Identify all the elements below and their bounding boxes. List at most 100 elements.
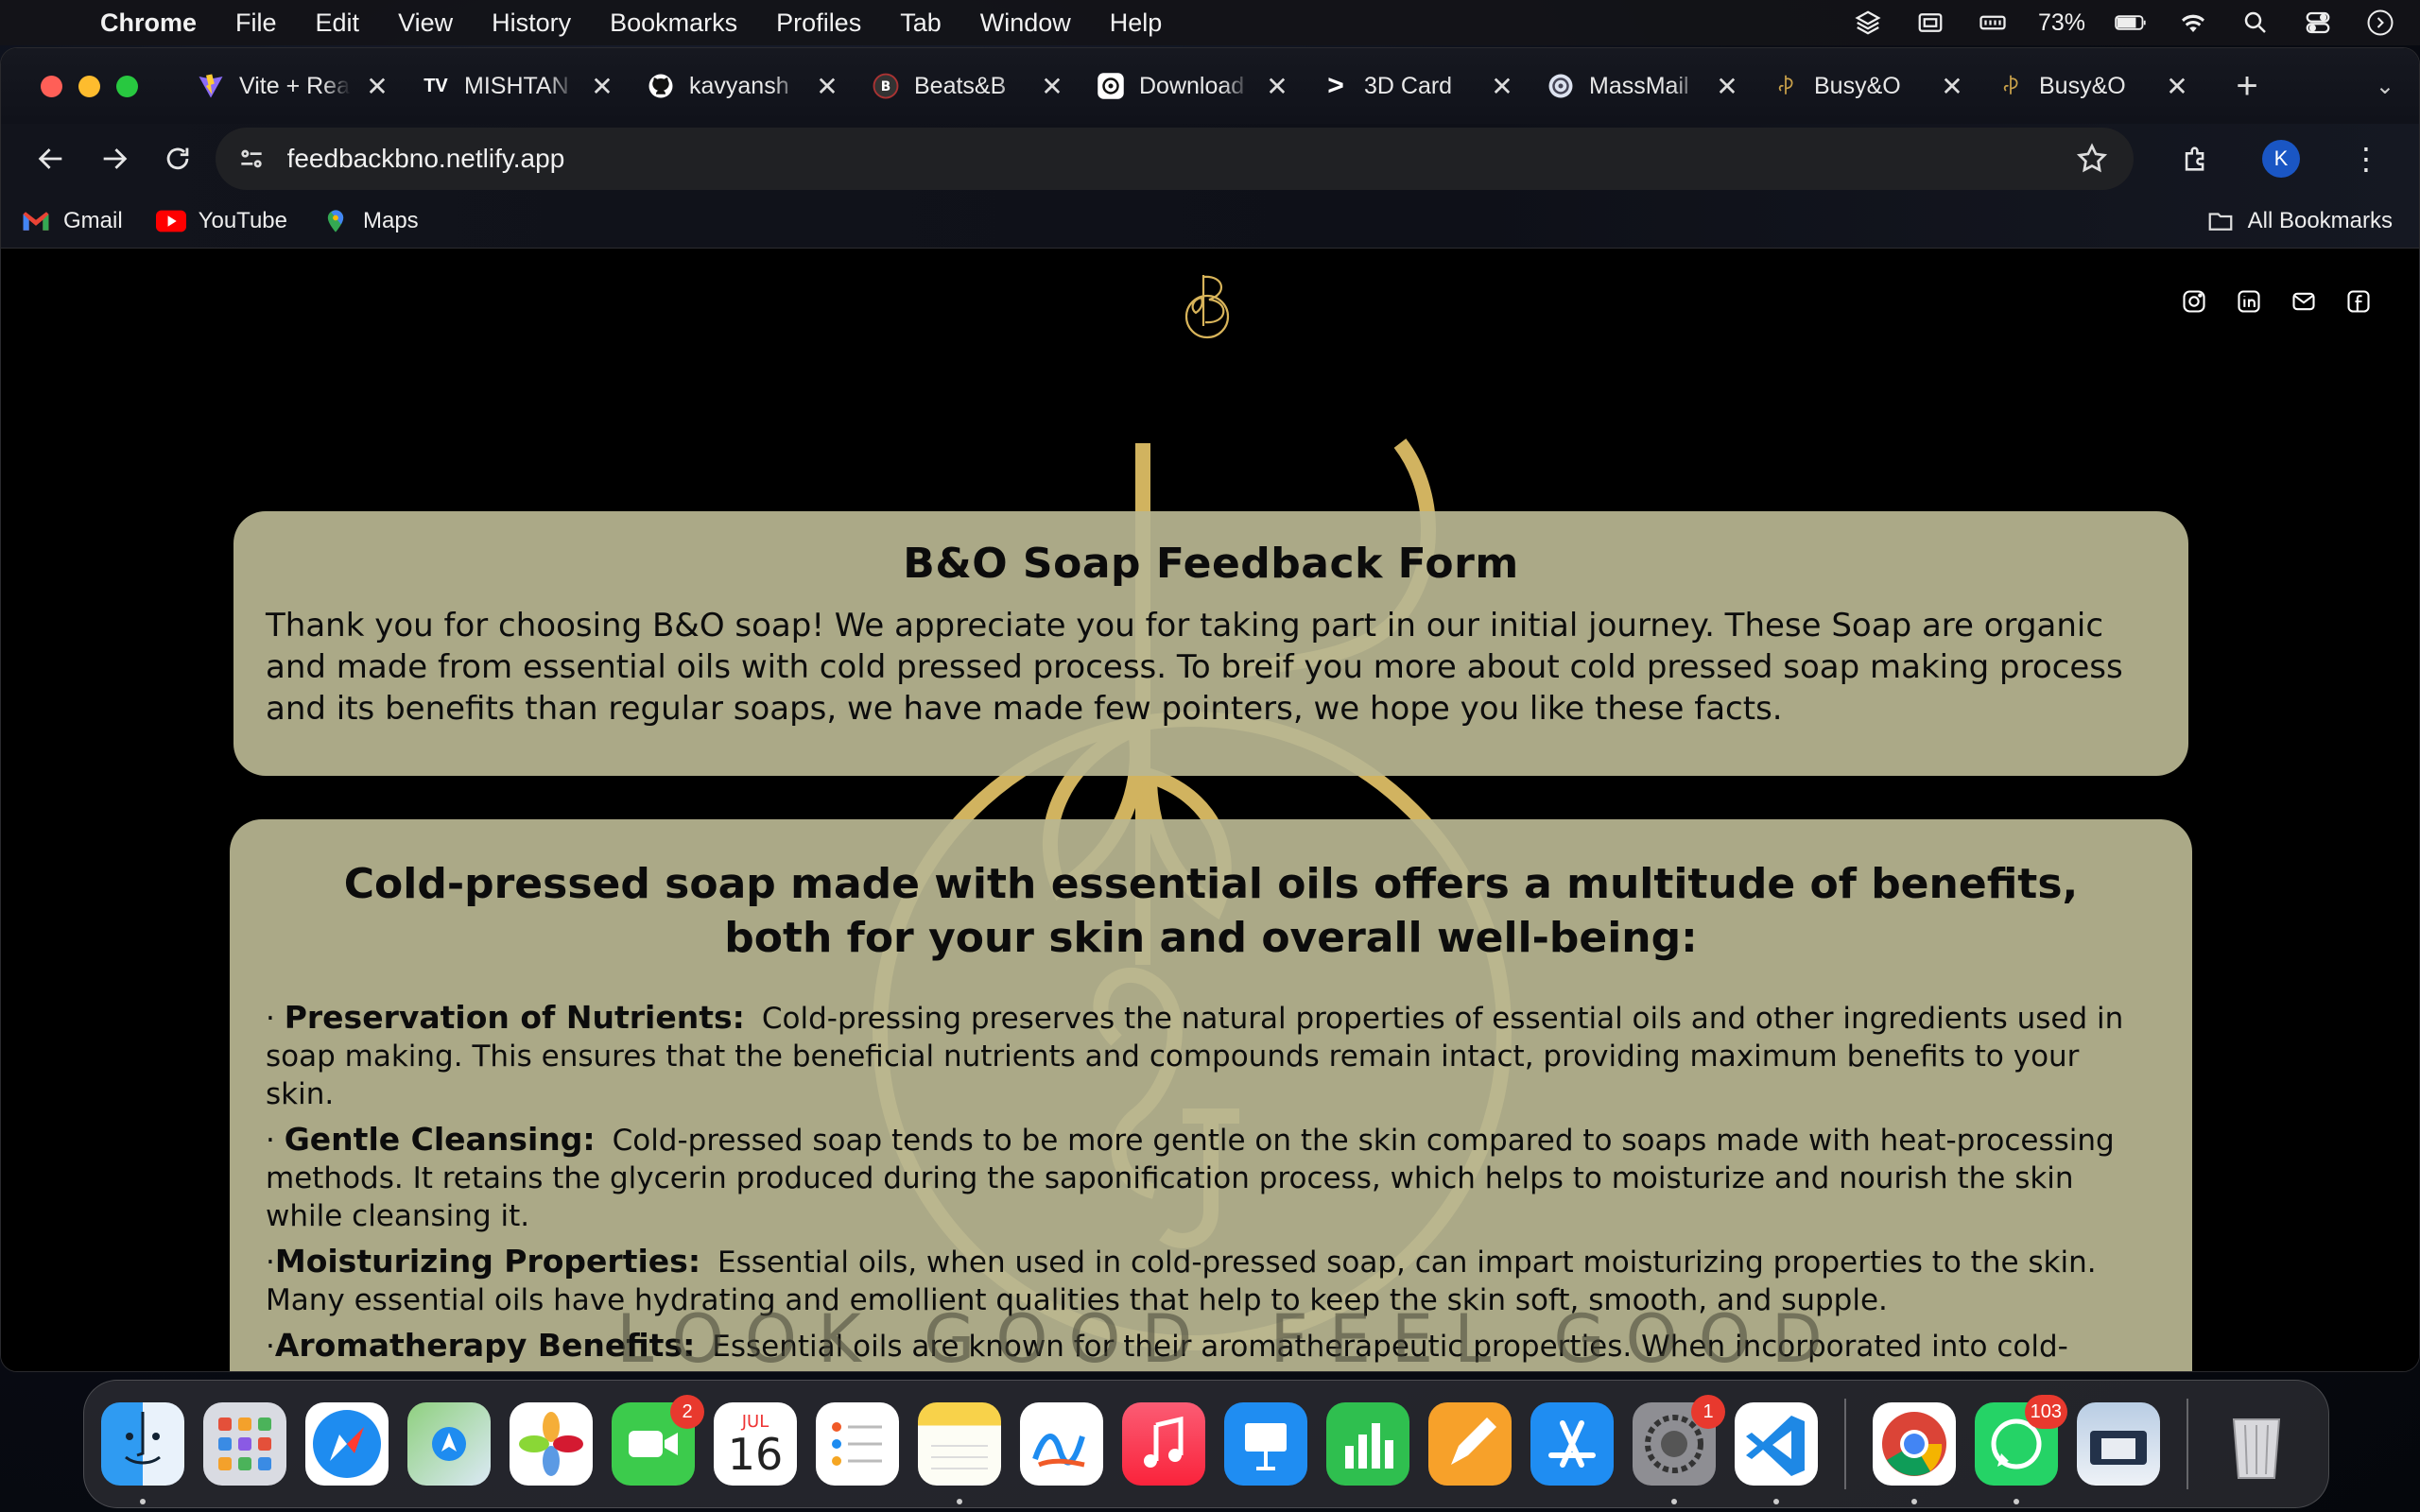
app-store-icon[interactable] [1530,1402,1614,1486]
whatsapp-icon[interactable]: 103 [1975,1395,2067,1504]
calendar-icon[interactable]: JUL 16 [714,1402,797,1486]
close-tab-icon[interactable]: ✕ [1939,71,1965,102]
site-info-icon[interactable] [236,144,267,174]
freeform-icon[interactable] [1020,1402,1103,1486]
facetime-icon[interactable]: 2 [612,1395,704,1486]
launchpad-icon[interactable] [203,1402,286,1486]
battery-percent: 73% [2037,9,2085,36]
benefit-item: · Gentle Cleansing: Cold-pressed soap ten… [266,1121,2156,1235]
close-tab-icon[interactable]: ✕ [1714,71,1740,102]
maps-app-icon[interactable] [407,1402,491,1486]
bookmark-maps[interactable]: Maps [320,208,419,234]
more-menu-icon[interactable]: ⋮ [2332,130,2400,187]
vite-icon [196,71,226,101]
gmail-icon [20,208,52,234]
bookmark-youtube[interactable]: YouTube [155,208,287,234]
close-tab-icon[interactable]: ✕ [814,71,840,102]
close-tab-icon[interactable]: ✕ [1264,71,1290,102]
instagram-icon[interactable] [2181,288,2207,315]
settings-badge: 1 [1691,1395,1725,1429]
benefits-card: Cold-pressed soap made with essential oi… [230,819,2192,1371]
mail-icon[interactable] [2290,288,2317,315]
massmail-icon [1546,71,1576,101]
preview-icon[interactable] [2077,1402,2160,1486]
vscode-icon[interactable] [1735,1402,1818,1504]
close-window-button[interactable] [41,75,62,97]
menu-history[interactable]: History [492,9,571,38]
tab-mishtan[interactable]: TV MISHTAN ✕ [406,57,631,115]
url-text[interactable]: feedbackbno.netlify.app [287,144,2075,174]
tab-vite-react[interactable]: Vite + React ✕ [181,57,406,115]
reload-button[interactable] [147,130,210,187]
tab-search-chevron-icon[interactable]: ⌄ [2376,73,2394,100]
pages-icon[interactable] [1428,1402,1512,1486]
bookmark-gmail[interactable]: Gmail [20,208,123,234]
tab-3d-card[interactable]: > 3D Card ✕ [1305,57,1530,115]
back-button[interactable] [20,130,83,187]
menu-file[interactable]: File [235,9,277,38]
terminal-icon: > [1327,70,1344,101]
profile-avatar[interactable]: K [2262,140,2301,178]
close-tab-icon[interactable]: ✕ [2164,71,2190,102]
tab-busy-o-1[interactable]: Busy&O ✕ [1755,57,1980,115]
close-tab-icon[interactable]: ✕ [589,71,615,102]
new-tab-button[interactable]: + [2219,65,2275,108]
system-settings-icon[interactable]: 1 [1633,1395,1725,1504]
browser-window: Vite + React ✕ TV MISHTAN ✕ kavyansh ✕ B… [0,47,2420,1372]
trash-icon[interactable] [2215,1402,2298,1486]
all-bookmarks-button[interactable]: All Bookmarks [2204,208,2393,234]
menu-tab[interactable]: Tab [900,9,942,38]
spotlight-search-icon[interactable] [2238,9,2273,37]
close-tab-icon[interactable]: ✕ [1489,71,1515,102]
menu-window[interactable]: Window [980,9,1071,38]
bo-leaf-icon [1771,71,1801,101]
screen-capture-icon[interactable] [1913,9,1947,37]
menu-edit[interactable]: Edit [316,9,360,38]
siri-icon[interactable] [2363,9,2397,37]
photos-icon[interactable] [510,1402,593,1486]
finder-icon[interactable] [101,1402,184,1504]
menu-extras: 73% [1851,9,2397,37]
control-center-icon[interactable] [2301,9,2335,37]
battery-icon[interactable] [2114,9,2148,37]
extensions-icon[interactable] [2162,130,2230,187]
menu-help[interactable]: Help [1110,9,1163,38]
minimize-window-button[interactable] [78,75,100,97]
safari-icon[interactable] [305,1402,389,1486]
numbers-icon[interactable] [1326,1402,1409,1486]
wifi-icon[interactable] [2176,9,2210,37]
tab-busy-o-2[interactable]: Busy&O ✕ [1980,57,2205,115]
keynote-icon[interactable] [1224,1402,1307,1486]
menu-view[interactable]: View [398,9,453,38]
reminders-icon[interactable] [816,1402,899,1486]
layers-icon[interactable] [1851,9,1885,37]
tab-title: Busy&O [1814,72,1901,99]
all-bookmarks-label: All Bookmarks [2247,207,2393,233]
menu-app-name[interactable]: Chrome [100,9,197,38]
music-icon[interactable] [1122,1402,1205,1486]
close-tab-icon[interactable]: ✕ [364,71,390,102]
benefits-heading: Cold-pressed soap made with essential oi… [343,860,2079,962]
address-bar[interactable]: feedbackbno.netlify.app [215,128,2135,190]
look-good-feel-good-tagline: LOOK GOOD FEEL GOOD [568,1300,1892,1371]
facetime-badge: 2 [670,1395,704,1429]
facebook-icon[interactable] [2345,288,2372,315]
bookmark-label: Maps [362,207,419,233]
memory-icon[interactable] [1976,9,2010,37]
dock-separator [2187,1399,2188,1489]
menu-bookmarks[interactable]: Bookmarks [610,9,737,38]
openai-icon [1096,71,1126,101]
tab-beats[interactable]: B Beats&B ✕ [856,57,1080,115]
notes-icon[interactable] [918,1402,1001,1504]
close-tab-icon[interactable]: ✕ [1039,71,1065,102]
menu-profiles[interactable]: Profiles [776,9,861,38]
maximize-window-button[interactable] [116,75,138,97]
menu-bar: Chrome File Edit View History Bookmarks … [0,0,2420,45]
tab-massmail[interactable]: MassMail ✕ [1530,57,1755,115]
chrome-icon[interactable] [1873,1402,1956,1504]
linkedin-icon[interactable] [2236,288,2262,315]
tab-download[interactable]: Download ✕ [1080,57,1305,115]
bookmark-star-icon[interactable] [2075,142,2109,176]
tab-github[interactable]: kavyansh ✕ [631,57,856,115]
forward-button[interactable] [83,130,147,187]
